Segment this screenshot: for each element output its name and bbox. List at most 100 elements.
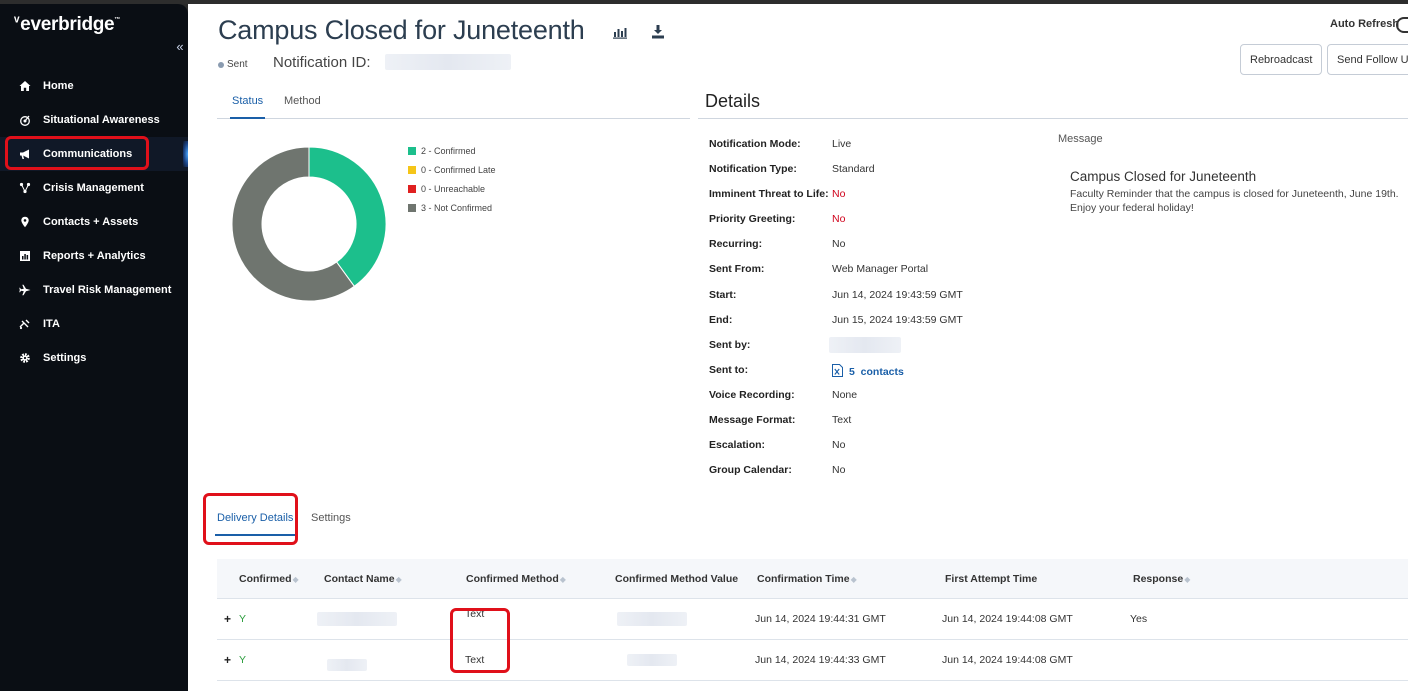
detail-row: Escalation: No: [709, 439, 963, 464]
airplane-icon: [18, 283, 32, 297]
detail-row: End: Jun 15, 2024 19:43:59 GMT: [709, 314, 963, 339]
column-label: Response: [1133, 572, 1184, 585]
legend-item-unreachable: 0 - Unreachable: [408, 179, 496, 198]
legend-swatch: [408, 146, 416, 155]
sidebar-item-reports-analytics[interactable]: Reports + Analytics: [0, 239, 188, 273]
detail-row: Group Calendar: No: [709, 464, 963, 489]
legend-label: 0 - Unreachable: [421, 183, 486, 194]
bar-chart-icon[interactable]: [612, 24, 628, 40]
radar-icon: [18, 113, 32, 127]
chart-icon: [18, 249, 32, 263]
tab-delivery-details[interactable]: Delivery Details: [214, 512, 296, 536]
sidebar-item-home[interactable]: Home: [0, 69, 188, 103]
detail-key: Sent to:: [709, 363, 749, 376]
detail-row: Sent to: 5 contacts: [709, 363, 963, 389]
detail-value: Jun 14, 2024 19:43:59 GMT: [832, 288, 963, 301]
legend-swatch: [408, 165, 416, 174]
sidebar-item-travel-risk-management[interactable]: Travel Risk Management: [0, 273, 188, 307]
detail-value: No: [832, 188, 846, 201]
everbridge-logo[interactable]: ᵛeverbridge™: [14, 13, 120, 36]
detail-key: End:: [709, 313, 733, 326]
sidebar-item-settings[interactable]: Settings: [0, 341, 188, 375]
megaphone-icon: [18, 147, 32, 161]
table-row[interactable]: + Y Text Jun 14, 2024 19:44:31 GMT Jun 1…: [217, 599, 1408, 640]
tab-status[interactable]: Status: [229, 95, 266, 119]
detail-key: Recurring:: [709, 238, 763, 251]
column-first-attempt-time[interactable]: First Attempt Time: [945, 573, 1037, 585]
detail-row: Notification Type: Standard: [709, 163, 963, 188]
column-label: Confirmation Time: [757, 572, 850, 585]
gear-icon: [18, 351, 32, 365]
detail-key: Notification Type:: [709, 163, 797, 176]
excel-file-icon: [832, 363, 849, 378]
detail-key: Message Format:: [709, 414, 796, 427]
sidebar-nav: Home Situational Awareness Communication…: [0, 69, 188, 375]
legend-item-not-confirmed: 3 - Not Confirmed: [408, 198, 496, 217]
sidebar-item-label: Contacts + Assets: [43, 216, 139, 228]
column-response[interactable]: Response◆: [1133, 573, 1190, 585]
tab-settings[interactable]: Settings: [311, 512, 351, 524]
detail-row: Notification Mode: Live: [709, 138, 963, 163]
status-dot-icon: [218, 61, 224, 68]
tab-method[interactable]: Method: [284, 95, 321, 107]
message-title: Campus Closed for Juneteenth: [1070, 169, 1257, 184]
confirmation-time-cell: Jun 14, 2024 19:44:31 GMT: [755, 613, 886, 625]
contact-name-redacted: [327, 658, 367, 671]
chart-legend: 2 - Confirmed 0 - Confirmed Late 0 - Unr…: [408, 141, 496, 217]
sidebar-item-communications[interactable]: Communications: [0, 137, 188, 171]
logo-text: everbridge: [20, 14, 115, 35]
auto-refresh-toggle[interactable]: [1396, 17, 1408, 33]
detail-key: Voice Recording:: [709, 388, 795, 401]
details-divider: [698, 118, 1408, 119]
detail-value: Text: [832, 414, 852, 427]
sidebar-item-situational-awareness[interactable]: Situational Awareness: [0, 103, 188, 137]
column-confirmed[interactable]: Confirmed◆: [239, 573, 299, 585]
confirmation-donut-chart: [231, 146, 387, 302]
column-confirmed-method[interactable]: Confirmed Method◆: [466, 573, 566, 585]
sidebar-item-label: Communications: [43, 148, 133, 160]
contact-name-redacted: [317, 612, 397, 626]
notification-id-label: Notification ID:: [273, 54, 371, 71]
method-value-redacted: [627, 654, 677, 666]
location-pin-icon: [18, 215, 32, 229]
message-body: Faculty Reminder that the campus is clos…: [1070, 188, 1399, 214]
detail-key: Start:: [709, 288, 737, 301]
detail-row: Recurring: No: [709, 238, 963, 263]
detail-value: No: [832, 439, 846, 452]
title-actions: [612, 24, 666, 40]
sidebar-item-crisis-management[interactable]: Crisis Management: [0, 171, 188, 205]
message-label: Message: [1058, 133, 1103, 145]
detail-row: Imminent Threat to Life: No: [709, 188, 963, 213]
sent-by-redacted: [829, 336, 901, 353]
detail-value: Jun 15, 2024 19:43:59 GMT: [832, 313, 963, 326]
rebroadcast-button[interactable]: Rebroadcast: [1240, 44, 1323, 75]
table-row[interactable]: + Y Text Jun 14, 2024 19:44:33 GMT Jun 1…: [217, 640, 1408, 681]
detail-row: Sent From: Web Manager Portal: [709, 263, 963, 288]
sent-to-link[interactable]: 5 contacts: [832, 363, 904, 389]
download-icon[interactable]: [650, 24, 666, 40]
notification-id: Notification ID:: [273, 54, 511, 71]
column-label: Confirmed: [239, 572, 292, 585]
sidebar-item-ita[interactable]: ITA: [0, 307, 188, 341]
details-title: Details: [705, 91, 761, 111]
details-list: Notification Mode: Live Notification Type:…: [709, 138, 963, 489]
expand-row-icon[interactable]: +: [224, 612, 231, 626]
legend-label: 2 - Confirmed: [421, 145, 476, 156]
sidebar-item-contacts-assets[interactable]: Contacts + Assets: [0, 205, 188, 239]
donut-slice-confirmed[interactable]: [308, 146, 387, 287]
legend-label: 3 - Not Confirmed: [421, 202, 493, 213]
column-contact-name[interactable]: Contact Name◆: [324, 573, 402, 585]
detail-value: None: [832, 388, 858, 401]
column-label: Confirmed Method: [466, 572, 559, 585]
collapse-sidebar-icon[interactable]: «: [173, 40, 187, 54]
column-confirmation-time[interactable]: Confirmation Time◆: [757, 573, 857, 585]
detail-key: Escalation:: [709, 439, 766, 452]
detail-value: No: [832, 213, 846, 226]
expand-row-icon[interactable]: +: [224, 653, 231, 667]
sidebar-item-label: Situational Awareness: [43, 114, 160, 126]
column-confirmed-method-value[interactable]: Confirmed Method Value: [615, 573, 738, 585]
legend-swatch: [408, 184, 416, 193]
confirmed-cell: Y: [239, 654, 247, 666]
detail-key: Imminent Threat to Life:: [709, 188, 829, 201]
send-follow-up-button[interactable]: Send Follow Up: [1327, 44, 1408, 75]
